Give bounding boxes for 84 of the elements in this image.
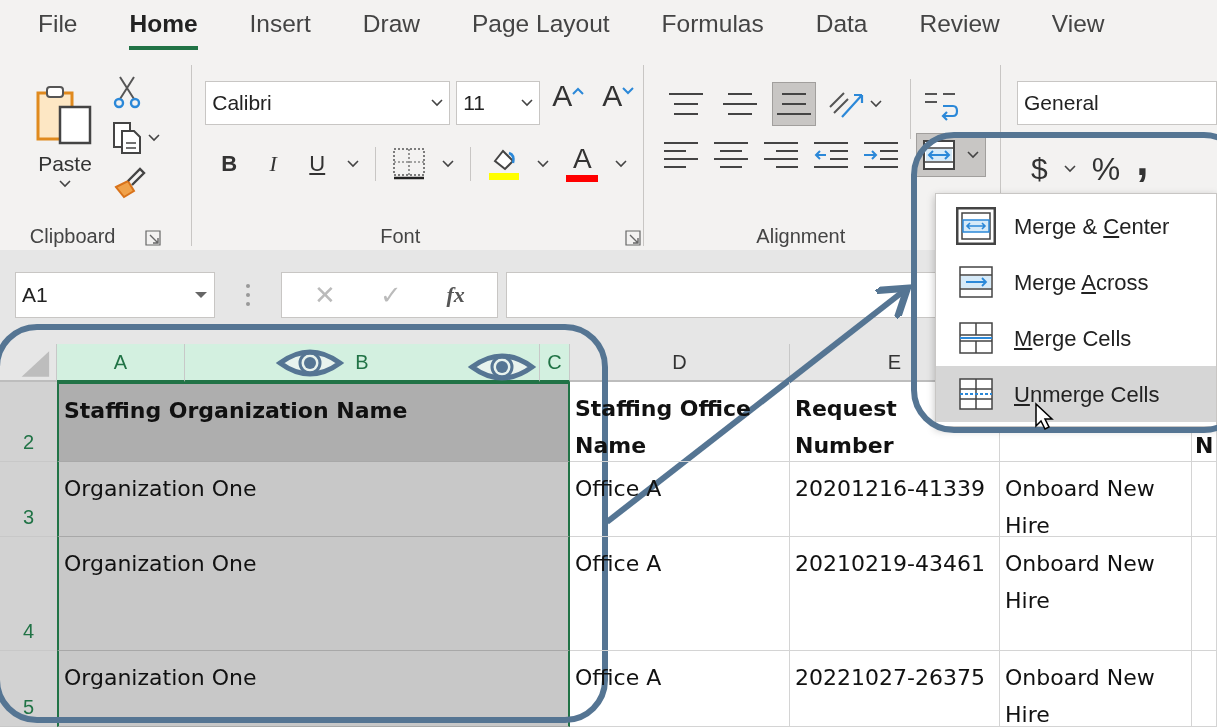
caret-icon[interactable] — [59, 179, 71, 188]
ribbon-tab[interactable]: Review — [919, 4, 1000, 51]
ribbon-tab[interactable]: Formulas — [661, 4, 764, 51]
align-left-icon[interactable] — [664, 139, 701, 171]
number-format-field[interactable]: General — [1017, 81, 1217, 125]
insert-function-button[interactable]: fx — [446, 284, 465, 306]
align-right-icon[interactable] — [764, 139, 801, 171]
font-color-button[interactable]: A — [565, 145, 600, 182]
ribbon-tab[interactable]: Draw — [362, 4, 420, 51]
caret-up-icon — [572, 87, 585, 95]
italic-button[interactable]: I — [259, 152, 288, 175]
ribbon-tab[interactable]: File — [38, 4, 78, 51]
table-cell: 20210219-43461 — [790, 537, 1000, 651]
caret-icon[interactable] — [442, 159, 455, 168]
table-cell: Organization One — [57, 651, 570, 727]
underline-button[interactable]: U — [303, 152, 332, 175]
caret-icon[interactable] — [347, 159, 360, 168]
caret-icon[interactable] — [1063, 165, 1076, 173]
caret-icon[interactable] — [615, 159, 628, 168]
font-name-field[interactable]: Calibri — [205, 81, 451, 125]
table-cell: Organization One — [57, 537, 570, 651]
ribbon-tab[interactable]: Data — [815, 4, 868, 51]
group-label: Clipboard — [29, 226, 116, 246]
align-top-icon — [669, 92, 704, 116]
align-middle-icon — [723, 92, 758, 116]
increase-indent-icon[interactable] — [864, 139, 901, 171]
merge-cells-icon — [956, 319, 996, 357]
dropdown-icon[interactable] — [194, 291, 208, 299]
eye-icon — [469, 353, 535, 381]
ribbon-tab[interactable]: View — [1051, 4, 1105, 51]
unmerge-cells-icon — [956, 375, 996, 413]
font-size-field[interactable]: 11 — [456, 81, 541, 125]
align-bottom-icon — [777, 92, 812, 116]
row-header[interactable]: 4 — [0, 537, 57, 651]
caret-icon[interactable] — [148, 134, 160, 142]
menu-item[interactable]: Merge Across — [936, 254, 1216, 310]
launcher-icon[interactable] — [625, 230, 642, 246]
name-box[interactable]: A1 — [15, 272, 215, 318]
caret-icon — [622, 87, 635, 95]
column-header[interactable]: A — [57, 344, 185, 382]
bold-button[interactable]: B — [215, 152, 244, 175]
ribbon-tab[interactable]: Insert — [249, 4, 311, 51]
scissors-icon[interactable] — [112, 75, 142, 109]
table-cell: Onboard New Hire — [1000, 651, 1192, 727]
row-header[interactable]: 5 — [0, 651, 57, 727]
caret-icon[interactable] — [537, 159, 550, 168]
brush-icon[interactable] — [112, 167, 146, 199]
column-header[interactable]: D — [570, 344, 790, 382]
merge-across-icon — [956, 263, 996, 301]
menu-item[interactable]: Merge & Center — [936, 198, 1216, 254]
decrease-indent-icon[interactable] — [814, 139, 851, 171]
merge-center-icon — [956, 207, 996, 245]
paste-button[interactable]: Paste — [30, 73, 100, 199]
menu-item[interactable]: Unmerge Cells — [936, 366, 1216, 422]
table-cell: Staffing Organization Name — [57, 382, 570, 462]
percent-button[interactable]: % — [1091, 153, 1121, 185]
borders-icon[interactable] — [392, 146, 427, 181]
caret-icon[interactable] — [870, 100, 883, 108]
currency-button[interactable]: $ — [1031, 154, 1048, 184]
group-label: Alignment — [756, 226, 846, 246]
caret-icon[interactable] — [521, 99, 534, 107]
table-cell: Onboard New Hire — [1000, 462, 1192, 537]
table-cell: Organization One — [57, 462, 570, 537]
caret-icon[interactable] — [967, 151, 980, 159]
row-header[interactable]: 3 — [0, 462, 57, 537]
font-size-button[interactable]: A — [596, 81, 641, 125]
eye-icon — [277, 349, 343, 377]
comma-style-button[interactable]: , — [1136, 149, 1149, 189]
caret-icon[interactable] — [431, 99, 444, 107]
align-center-icon[interactable] — [714, 139, 751, 171]
group-label: Font — [380, 226, 421, 246]
table-cell: 20221027-26375 — [790, 651, 1000, 727]
merge-center-icon — [923, 140, 956, 170]
table-cell: 20201216-41339 — [790, 462, 1000, 537]
ribbon-tab[interactable]: Home — [129, 4, 198, 51]
align-button[interactable] — [772, 82, 817, 126]
ribbon-tab[interactable]: Page Layout — [472, 4, 610, 51]
font-size-button[interactable]: A — [546, 81, 591, 125]
table-cell: Onboard New Hire — [1000, 537, 1192, 651]
grip-icon[interactable] — [245, 283, 251, 307]
row-header[interactable]: 2 — [0, 382, 57, 462]
column-header[interactable]: C — [540, 344, 570, 382]
copy-icon[interactable] — [112, 121, 142, 155]
launcher-icon[interactable] — [145, 230, 162, 246]
